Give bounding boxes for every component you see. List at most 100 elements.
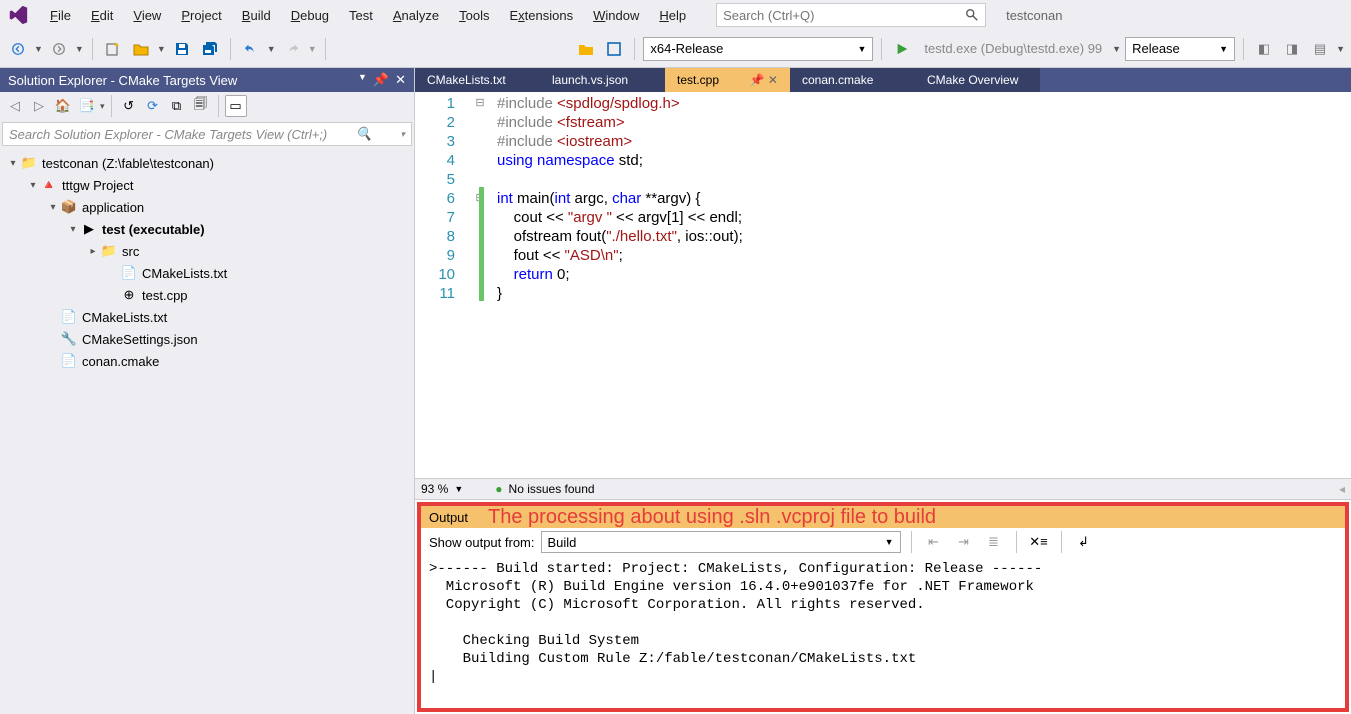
editor-area: CMakeLists.txtlaunch.vs.jsontest.cpp📌 ✕c… bbox=[415, 68, 1351, 714]
run-button[interactable] bbox=[890, 37, 914, 61]
solution-view-button[interactable] bbox=[602, 37, 626, 61]
output-prev-icon[interactable]: ⇤ bbox=[922, 530, 946, 554]
file-icon: 📄 bbox=[60, 309, 78, 325]
sync-icon[interactable]: ↺ bbox=[118, 95, 140, 117]
collapse-icon[interactable]: ⧉ bbox=[166, 95, 188, 117]
back-button[interactable] bbox=[6, 37, 30, 61]
search-icon bbox=[965, 8, 979, 22]
chevron-down-icon[interactable]: ▼ bbox=[454, 484, 463, 494]
code-content[interactable]: #include <spdlog/spdlog.h>#include <fstr… bbox=[489, 92, 751, 478]
tree-item[interactable]: ▾📁testconan (Z:\fable\testconan) bbox=[0, 152, 414, 174]
menu-test[interactable]: Test bbox=[339, 4, 383, 27]
solution-explorer: Solution Explorer - CMake Targets View ▼… bbox=[0, 68, 415, 714]
annotation-text: The processing about using .sln .vcproj … bbox=[488, 506, 936, 529]
tool-b-button[interactable]: ◨ bbox=[1280, 37, 1304, 61]
output-wrap-icon[interactable]: ↲ bbox=[1072, 530, 1096, 554]
chevron-down-icon[interactable]: ▼ bbox=[267, 44, 276, 54]
zoom-level[interactable]: 93 % bbox=[421, 482, 448, 496]
close-icon[interactable]: 📌 ✕ bbox=[750, 73, 778, 87]
sidebar-title: Solution Explorer - CMake Targets View bbox=[8, 73, 237, 88]
folder-view-button[interactable] bbox=[574, 37, 598, 61]
tree-item[interactable]: 📄conan.cmake bbox=[0, 350, 414, 372]
refresh-icon[interactable]: ⟳ bbox=[142, 95, 164, 117]
json-icon: 🔧 bbox=[60, 331, 78, 347]
dropdown-icon[interactable]: ▼ bbox=[358, 72, 367, 88]
file-tree: ▾📁testconan (Z:\fable\testconan)▾🔺tttgw … bbox=[0, 148, 414, 714]
open-button[interactable] bbox=[129, 37, 153, 61]
home-icon[interactable]: 🏠 bbox=[52, 95, 74, 117]
output-clear-all-icon[interactable]: ✕≡ bbox=[1027, 530, 1051, 554]
menu-project[interactable]: Project bbox=[171, 4, 231, 27]
tab-test-cpp[interactable]: test.cpp📌 ✕ bbox=[665, 68, 790, 92]
sidebar-toolbar: ◁ ▷ 🏠 📑 ▾ ↺ ⟳ ⧉ 🗐 ▭ bbox=[0, 92, 414, 120]
tab-launch-vs-json[interactable]: launch.vs.json bbox=[540, 68, 665, 92]
menu-build[interactable]: Build bbox=[232, 4, 281, 27]
release-dropdown[interactable]: Release▼ bbox=[1125, 37, 1235, 61]
menu-edit[interactable]: Edit bbox=[81, 4, 123, 27]
tab-conan-cmake[interactable]: conan.cmake bbox=[790, 68, 915, 92]
output-source-dropdown[interactable]: Build▼ bbox=[541, 531, 901, 553]
issues-text: No issues found bbox=[509, 482, 595, 496]
tree-item[interactable]: 📄CMakeLists.txt bbox=[0, 306, 414, 328]
chevron-down-icon[interactable]: ▼ bbox=[34, 44, 43, 54]
file-icon: 📄 bbox=[60, 353, 78, 369]
menu-window[interactable]: Window bbox=[583, 4, 649, 27]
redo-button[interactable] bbox=[280, 37, 304, 61]
output-text[interactable]: >------ Build started: Project: CMakeLis… bbox=[421, 556, 1345, 708]
cpp-icon: ⊕ bbox=[120, 287, 138, 303]
pin-icon[interactable]: 📌 bbox=[373, 72, 389, 88]
sb-fwd-button[interactable]: ▷ bbox=[28, 95, 50, 117]
save-button[interactable] bbox=[170, 37, 194, 61]
menu-view[interactable]: View bbox=[123, 4, 171, 27]
tree-item[interactable]: ⊕test.cpp bbox=[0, 284, 414, 306]
output-next-icon[interactable]: ⇥ bbox=[952, 530, 976, 554]
chevron-down-icon[interactable]: ▼ bbox=[157, 44, 166, 54]
tree-item[interactable]: ▾🔺tttgw Project bbox=[0, 174, 414, 196]
tree-item[interactable]: ▾▶test (executable) bbox=[0, 218, 414, 240]
menu-help[interactable]: Help bbox=[649, 4, 696, 27]
undo-button[interactable] bbox=[239, 37, 263, 61]
forward-button[interactable] bbox=[47, 37, 71, 61]
editor-status-bar: 93 % ▼ ● No issues found ◂ bbox=[415, 478, 1351, 500]
vs-logo-icon bbox=[4, 1, 32, 29]
close-icon[interactable]: ✕ bbox=[395, 72, 406, 88]
tree-item[interactable]: 🔧CMakeSettings.json bbox=[0, 328, 414, 350]
search-input[interactable] bbox=[723, 8, 953, 23]
tree-item[interactable]: ▸📁src bbox=[0, 240, 414, 262]
show-all-icon[interactable]: 🗐 bbox=[190, 95, 212, 117]
search-icon: 🔍 bbox=[356, 126, 372, 142]
switch-view-button[interactable]: 📑 bbox=[76, 95, 98, 117]
menubar: FileEditViewProjectBuildDebugTestAnalyze… bbox=[0, 0, 1351, 30]
menu-analyze[interactable]: Analyze bbox=[383, 4, 449, 27]
line-gutter: 1234567891011 bbox=[415, 92, 471, 478]
exe-icon: ▶ bbox=[80, 221, 98, 237]
code-editor[interactable]: 1234567891011 ⊟⊟ #include <spdlog/spdlog… bbox=[415, 92, 1351, 478]
tree-item[interactable]: 📄CMakeLists.txt bbox=[0, 262, 414, 284]
menu-debug[interactable]: Debug bbox=[281, 4, 339, 27]
chevron-down-icon[interactable]: ▼ bbox=[1336, 44, 1345, 54]
chevron-down-icon[interactable]: ▼ bbox=[75, 44, 84, 54]
tree-item[interactable]: ▾📦application bbox=[0, 196, 414, 218]
output-title: Output bbox=[429, 510, 468, 525]
sidebar-search[interactable]: Search Solution Explorer - CMake Targets… bbox=[2, 122, 412, 146]
tab-cmakelists-txt[interactable]: CMakeLists.txt bbox=[415, 68, 540, 92]
output-clear-icon[interactable]: ≣ bbox=[982, 530, 1006, 554]
sb-back-button[interactable]: ◁ bbox=[4, 95, 26, 117]
save-all-button[interactable] bbox=[198, 37, 222, 61]
properties-icon[interactable]: ▭ bbox=[225, 95, 247, 117]
menu-extensions[interactable]: Extensions bbox=[499, 4, 583, 27]
new-button[interactable] bbox=[101, 37, 125, 61]
config-dropdown[interactable]: x64-Release▼ bbox=[643, 37, 873, 61]
solution-name: testconan bbox=[1006, 8, 1062, 23]
menu-file[interactable]: File bbox=[40, 4, 81, 27]
editor-tabs: CMakeLists.txtlaunch.vs.jsontest.cpp📌 ✕c… bbox=[415, 68, 1351, 92]
chevron-down-icon[interactable]: ▾ bbox=[400, 129, 405, 140]
chevron-down-icon[interactable]: ▼ bbox=[308, 44, 317, 54]
tool-a-button[interactable]: ◧ bbox=[1252, 37, 1276, 61]
file-icon: 📄 bbox=[120, 265, 138, 281]
tool-c-button[interactable]: ▤ bbox=[1308, 37, 1332, 61]
tab-cmake-overview[interactable]: CMake Overview bbox=[915, 68, 1040, 92]
quick-search[interactable] bbox=[716, 3, 986, 27]
sidebar-title-bar: Solution Explorer - CMake Targets View ▼… bbox=[0, 68, 414, 92]
menu-tools[interactable]: Tools bbox=[449, 4, 499, 27]
